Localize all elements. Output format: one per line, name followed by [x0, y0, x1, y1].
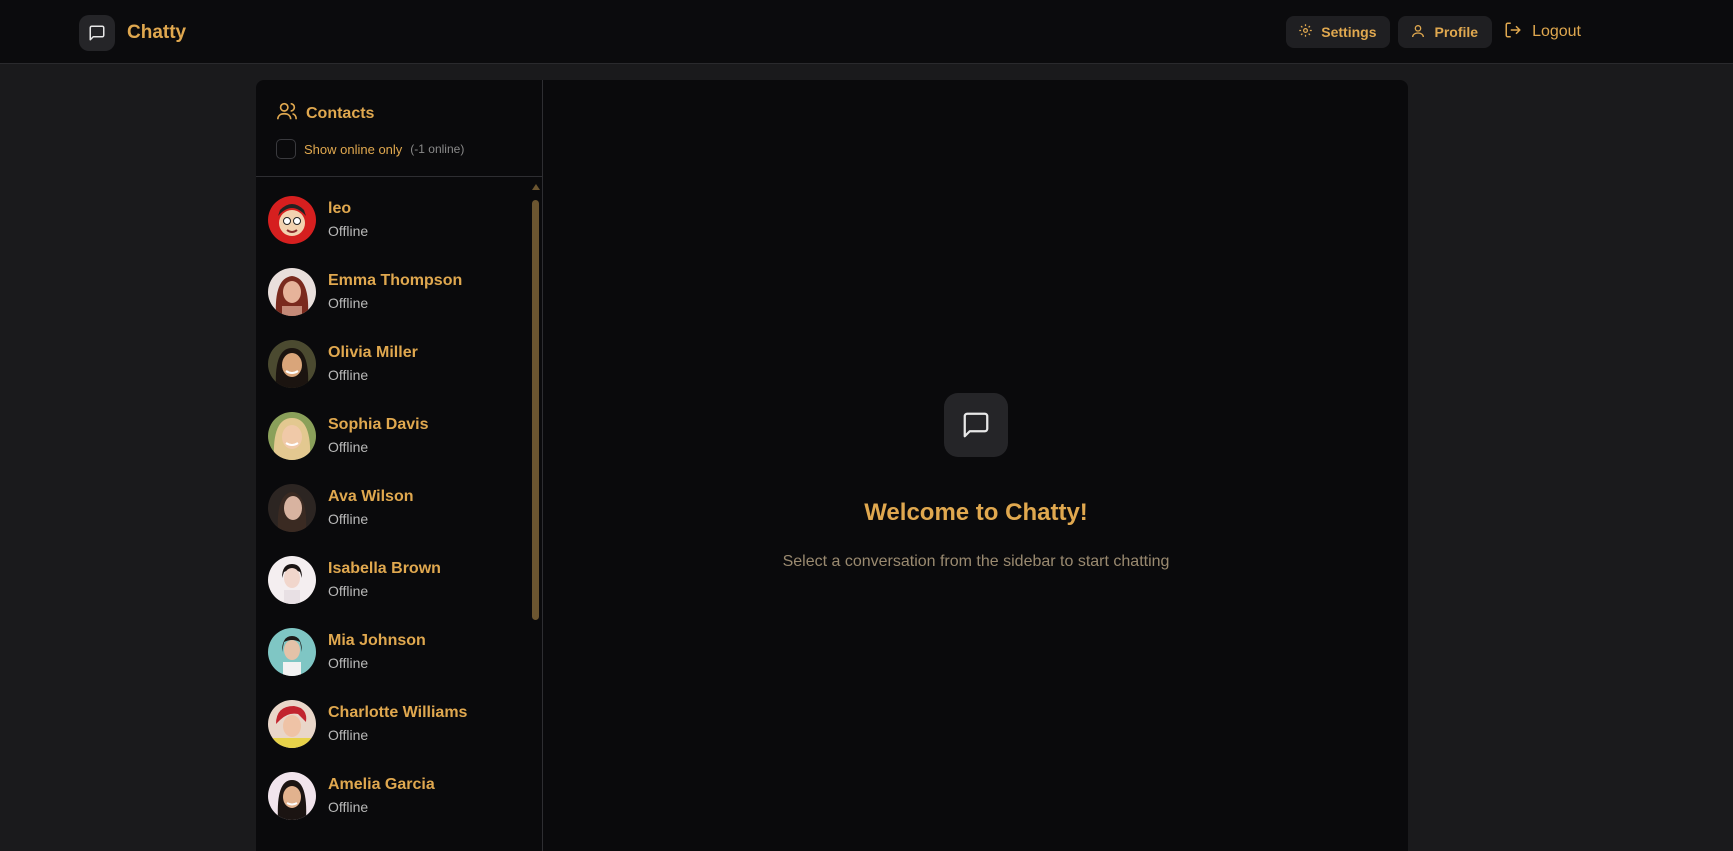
avatar	[268, 772, 316, 820]
scroll-thumb[interactable]	[532, 200, 539, 620]
contact-name: Charlotte Williams	[328, 704, 468, 721]
contact-item[interactable]: Mia Johnson Offline	[256, 616, 528, 688]
contact-list: leo Offline Emma Thompson Offline Olivia…	[256, 184, 528, 832]
settings-label: Settings	[1321, 24, 1377, 40]
avatar	[268, 340, 316, 388]
users-icon	[276, 100, 298, 127]
avatar	[268, 556, 316, 604]
contact-item[interactable]: Amelia Garcia Offline	[256, 760, 528, 832]
contact-status: Offline	[328, 367, 369, 383]
contact-name: Ava Wilson	[328, 488, 414, 505]
gear-icon	[1298, 23, 1313, 41]
online-only-label: Show online only	[304, 141, 403, 157]
contact-item[interactable]: Isabella Brown Offline	[256, 544, 528, 616]
sidebar-header: Contacts Show online only (-1 online)	[256, 80, 542, 177]
contact-list-scrollbar[interactable]	[530, 184, 540, 684]
contact-status: Offline	[328, 727, 369, 743]
logout-label: Logout	[1532, 23, 1581, 40]
contact-status: Offline	[328, 223, 369, 239]
contact-name: Sophia Davis	[328, 416, 429, 433]
chat-main-area: Welcome to Chatty! Select a conversation…	[544, 80, 1408, 851]
nav-actions: Settings Profile Logout	[1286, 16, 1585, 48]
brand-link[interactable]: Chatty	[79, 15, 186, 51]
avatar	[268, 268, 316, 316]
contacts-heading: Contacts	[276, 100, 542, 127]
contact-item[interactable]: Sophia Davis Offline	[256, 400, 528, 472]
online-count: (-1 online)	[410, 142, 465, 156]
contact-name: Emma Thompson	[328, 272, 463, 289]
logout-icon	[1504, 21, 1522, 44]
contact-status: Offline	[328, 295, 369, 311]
app-name: Chatty	[127, 22, 187, 43]
profile-label: Profile	[1434, 24, 1479, 40]
avatar	[268, 196, 316, 244]
chat-bubble-icon	[79, 15, 115, 51]
welcome-subtitle: Select a conversation from the sidebar t…	[782, 553, 1170, 570]
scroll-up-arrow-icon[interactable]	[532, 184, 540, 190]
contact-name: Olivia Miller	[328, 344, 418, 361]
online-only-checkbox[interactable]	[276, 139, 296, 159]
avatar	[268, 700, 316, 748]
top-navbar: Chatty Settings Profile Logout	[0, 0, 1733, 64]
profile-button[interactable]: Profile	[1398, 16, 1493, 48]
avatar	[268, 484, 316, 532]
avatar	[268, 628, 316, 676]
contact-item[interactable]: leo Offline	[256, 184, 528, 256]
user-icon	[1410, 23, 1426, 42]
chat-bubble-icon	[944, 393, 1008, 457]
contact-status: Offline	[328, 439, 369, 455]
contact-name: Amelia Garcia	[328, 776, 435, 793]
avatar	[268, 412, 316, 460]
contacts-sidebar: Contacts Show online only (-1 online) le…	[256, 80, 543, 851]
contact-status: Offline	[328, 511, 369, 527]
contact-name: leo	[328, 200, 352, 217]
contact-status: Offline	[328, 799, 369, 815]
chat-panel: Contacts Show online only (-1 online) le…	[256, 80, 1408, 851]
settings-button[interactable]: Settings	[1286, 16, 1391, 48]
contact-item[interactable]: Ava Wilson Offline	[256, 472, 528, 544]
logout-button[interactable]: Logout	[1500, 16, 1585, 48]
contact-status: Offline	[328, 655, 369, 671]
welcome-title: Welcome to Chatty!	[864, 499, 1088, 526]
contact-item[interactable]: Emma Thompson Offline	[256, 256, 528, 328]
contact-name: Isabella Brown	[328, 560, 441, 577]
online-filter[interactable]: Show online only (-1 online)	[276, 139, 542, 159]
welcome-screen: Welcome to Chatty! Select a conversation…	[544, 393, 1408, 571]
contact-status: Offline	[328, 583, 369, 599]
contact-item[interactable]: Charlotte Williams Offline	[256, 688, 528, 760]
contact-item[interactable]: Olivia Miller Offline	[256, 328, 528, 400]
contacts-title: Contacts	[306, 104, 375, 122]
contact-name: Mia Johnson	[328, 632, 426, 649]
